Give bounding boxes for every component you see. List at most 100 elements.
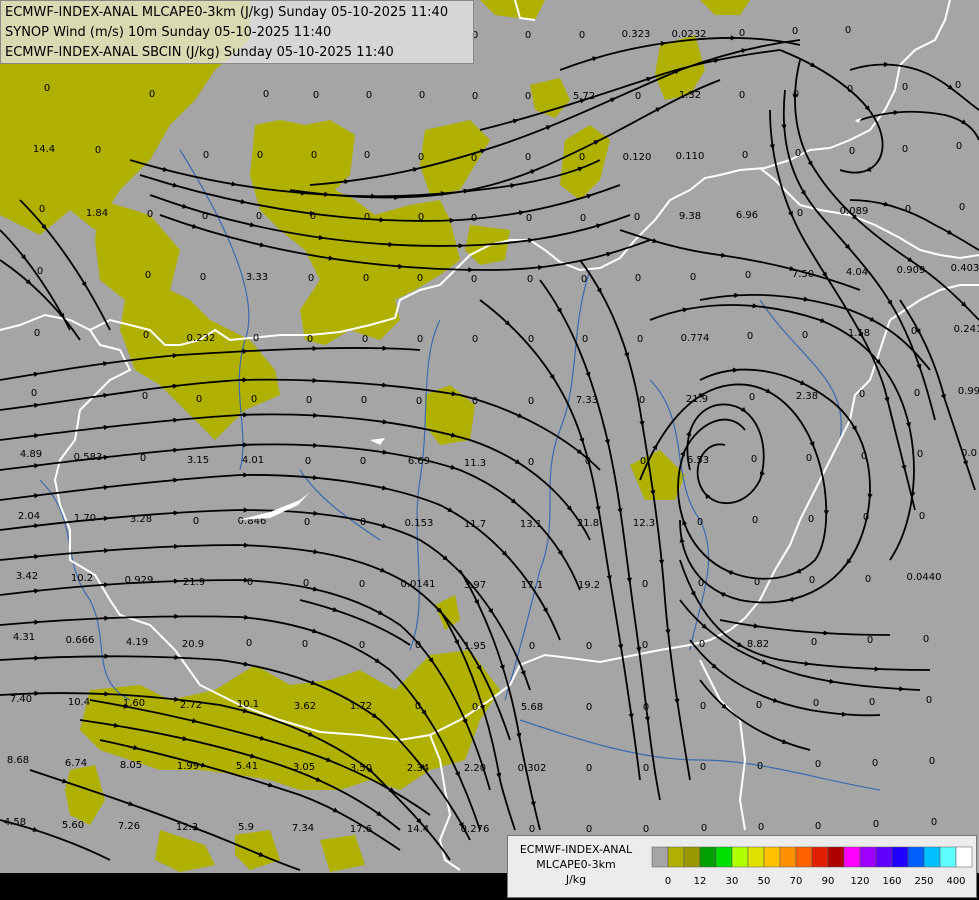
- value-label: 0: [360, 517, 366, 528]
- value-label: 3.33: [246, 272, 268, 283]
- legend-swatch: [843, 846, 861, 868]
- legend-title: ECMWF-INDEX-ANAL MLCAPE0-3km J/kg: [510, 842, 642, 887]
- value-label: 0: [263, 89, 269, 100]
- value-label: 0: [635, 273, 641, 284]
- value-label: 0: [956, 141, 962, 152]
- legend-tick-label: 90: [822, 876, 835, 887]
- value-label: 0: [586, 641, 592, 652]
- value-label: 6.74: [65, 758, 87, 769]
- legend-swatch: [683, 846, 701, 868]
- value-label: 0: [690, 272, 696, 283]
- value-label: 8.05: [120, 760, 142, 771]
- value-label: 11.7: [464, 519, 486, 530]
- value-label: 3.15: [187, 455, 209, 466]
- value-label: 0.0440: [907, 572, 942, 583]
- value-label: 0.120: [623, 152, 652, 163]
- value-label: 5.60: [62, 820, 84, 831]
- value-label: 0: [362, 334, 368, 345]
- value-label: 0: [751, 454, 757, 465]
- value-label: 0: [311, 150, 317, 161]
- value-label: 0: [914, 388, 920, 399]
- value-label: 0: [417, 334, 423, 345]
- value-label: 0: [634, 212, 640, 223]
- value-label: 12.3: [633, 518, 655, 529]
- value-label: 21.9: [686, 394, 708, 405]
- value-label: 1.70: [74, 513, 96, 524]
- value-label: 0: [902, 144, 908, 155]
- value-label: 4.58: [4, 817, 26, 828]
- legend-title-source: ECMWF-INDEX-ANAL: [519, 843, 633, 856]
- legend-swatch: [827, 846, 845, 868]
- value-label: 0: [845, 25, 851, 36]
- value-label: 0.99: [958, 386, 979, 397]
- value-label: 0: [849, 146, 855, 157]
- value-label: 0: [525, 30, 531, 41]
- legend-swatch: [699, 846, 717, 868]
- header-line-wind: SYNOP Wind (m/s) 10m Sunday 05-10-2025 1…: [5, 25, 332, 40]
- value-label: 0: [758, 822, 764, 833]
- value-label: 20.9: [182, 639, 204, 650]
- value-label: 0: [359, 640, 365, 651]
- value-label: 0.403: [951, 263, 979, 274]
- value-label: 0: [415, 640, 421, 651]
- value-label: 0: [808, 514, 814, 525]
- value-label: 0: [529, 641, 535, 652]
- header-line-cin: ECMWF-INDEX-ANAL SBCIN (J/kg) Sunday 05-…: [5, 45, 394, 60]
- value-label: 0: [756, 700, 762, 711]
- map-header: ECMWF-INDEX-ANAL MLCAPE0-3km (J/kg) Sund…: [0, 0, 474, 64]
- value-label: 21.8: [577, 518, 599, 529]
- value-label: 0: [37, 266, 43, 277]
- value-label: 0: [196, 394, 202, 405]
- value-label: 0: [417, 273, 423, 284]
- value-label: 0: [739, 90, 745, 101]
- value-label: 0: [303, 578, 309, 589]
- value-label: 0: [795, 148, 801, 159]
- value-label: 7.26: [118, 821, 140, 832]
- value-label: 0.0232: [672, 29, 707, 40]
- value-label: 4.89: [20, 449, 42, 460]
- value-label: 0: [635, 91, 641, 102]
- value-label: 0: [529, 824, 535, 835]
- legend-swatch: [747, 846, 765, 868]
- value-label: 0: [142, 391, 148, 402]
- value-label: 0: [525, 91, 531, 102]
- value-label: 0: [579, 30, 585, 41]
- value-label: 1.84: [86, 208, 108, 219]
- value-label: 0: [471, 153, 477, 164]
- value-label: 0: [308, 273, 314, 284]
- value-label: 0: [747, 331, 753, 342]
- value-label: 0: [253, 333, 259, 344]
- value-label: 0: [749, 392, 755, 403]
- value-label: 0: [528, 334, 534, 345]
- value-label: 2.20: [464, 763, 486, 774]
- value-label: 0: [699, 639, 705, 650]
- value-label: 3.05: [293, 762, 315, 773]
- value-label: 0: [865, 574, 871, 585]
- value-label: 0.774: [681, 333, 710, 344]
- value-label: 0.302: [518, 763, 547, 774]
- value-label: 0.0141: [401, 579, 436, 590]
- value-label: 1.99: [177, 761, 199, 772]
- legend-swatch: [763, 846, 781, 868]
- legend-swatch: [923, 846, 941, 868]
- value-label: 0: [813, 698, 819, 709]
- value-label: 0: [917, 449, 923, 460]
- value-label: 8.82: [747, 639, 769, 650]
- value-label: 0: [361, 395, 367, 406]
- value-label: 0: [307, 334, 313, 345]
- value-label: 0: [700, 701, 706, 712]
- value-label: 0: [863, 512, 869, 523]
- value-label: 0: [472, 396, 478, 407]
- value-label: 0.583: [74, 452, 103, 463]
- value-label: 0: [847, 84, 853, 95]
- value-label: 14.4: [407, 824, 429, 835]
- legend-tick-label: 0: [665, 876, 671, 887]
- value-label: 0.0: [961, 448, 977, 459]
- legend-swatch: [875, 846, 893, 868]
- value-label: 0: [643, 763, 649, 774]
- value-label: 0: [867, 635, 873, 646]
- value-label: 3.28: [130, 514, 152, 525]
- value-label: 0: [418, 152, 424, 163]
- value-label: 0: [861, 451, 867, 462]
- value-label: 0.323: [622, 29, 651, 40]
